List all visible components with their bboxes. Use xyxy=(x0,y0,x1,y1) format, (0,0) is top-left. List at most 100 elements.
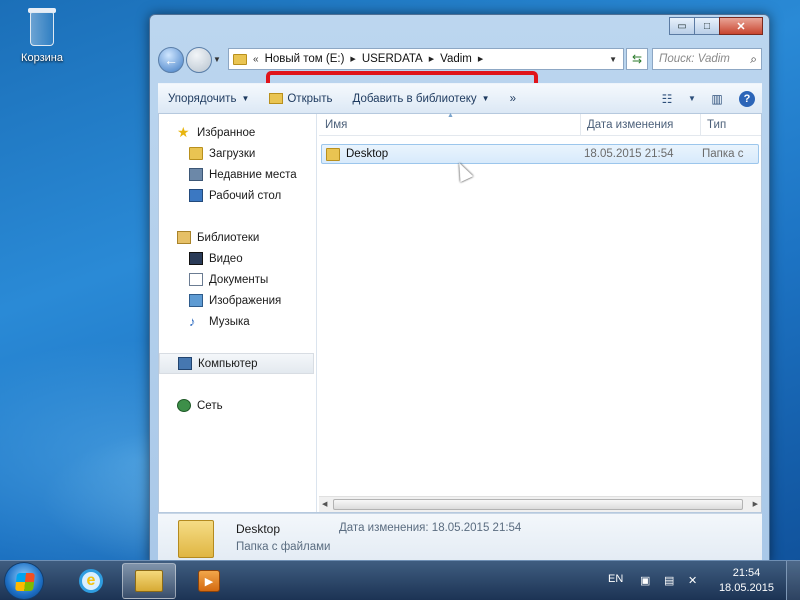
minimize-button[interactable]: ▭ xyxy=(669,17,695,35)
nav-favorites[interactable]: ★ Избранное xyxy=(159,122,316,143)
preview-pane-icon[interactable]: ▥ xyxy=(707,90,727,108)
recent-places-icon xyxy=(189,168,203,181)
forward-button[interactable]: → xyxy=(186,47,212,73)
details-modified: Дата изменения: 18.05.2015 21:54 xyxy=(339,522,522,534)
breadcrumb-vadim[interactable]: Vadim xyxy=(440,53,472,65)
volume-muted-icon[interactable]: ✕ xyxy=(688,574,702,587)
breadcrumb-userdata[interactable]: USERDATA xyxy=(362,53,423,65)
column-header-date[interactable]: Дата изменения xyxy=(581,113,701,136)
more-commands-button[interactable]: » xyxy=(500,93,526,105)
nav-desktop[interactable]: Рабочий стол xyxy=(159,185,316,206)
downloads-folder-icon xyxy=(189,147,203,160)
nav-images[interactable]: Изображения xyxy=(159,290,316,311)
document-icon xyxy=(189,273,203,286)
details-pane: Desktop Папка с файлами Дата изменения: … xyxy=(158,513,762,563)
scroll-left-icon[interactable]: ◀ xyxy=(322,500,327,508)
nav-label: Сеть xyxy=(197,399,223,412)
image-icon xyxy=(189,294,203,307)
navigation-row: ← → ▼ « Новый том (E:) ▶ USERDATA ▶ Vadi… xyxy=(158,45,762,111)
sort-arrow-icon: ▲ xyxy=(447,112,454,119)
breadcrumb-arrow-icon[interactable]: ▶ xyxy=(478,55,483,63)
view-dropdown-icon[interactable]: ▼ xyxy=(687,90,697,108)
nav-network[interactable]: Сеть xyxy=(159,395,316,416)
close-button[interactable]: ✕ xyxy=(719,17,763,35)
network-icon xyxy=(177,399,191,412)
column-headers: ▲ Имя Дата изменения Тип xyxy=(319,112,761,136)
help-icon: ? xyxy=(739,90,755,107)
file-date: 18.05.2015 21:54 xyxy=(584,148,674,160)
command-bar: Упорядочить ▼ Открыть Добавить в библиоте… xyxy=(158,83,762,113)
navigation-pane: ★ Избранное Загрузки Недавние места Рабоч… xyxy=(159,114,317,512)
network-tray-icon[interactable]: ▤ xyxy=(664,574,678,587)
chevron-down-icon: ▼ xyxy=(241,94,250,103)
tray-device-icon[interactable]: ▣ xyxy=(640,574,654,587)
nav-libraries[interactable]: Библиотеки xyxy=(159,227,316,248)
search-icon: ⌕ xyxy=(750,52,757,66)
folder-icon xyxy=(233,53,247,65)
chevron-down-icon: ▼ xyxy=(481,94,490,103)
breadcrumb-arrow-icon[interactable]: ▶ xyxy=(350,55,355,63)
add-to-library-menu[interactable]: Добавить в библиотеку ▼ xyxy=(343,93,500,105)
nav-label: Библиотеки xyxy=(197,231,260,244)
history-dropdown-icon[interactable]: ▼ xyxy=(213,55,223,64)
nav-computer[interactable]: Компьютер xyxy=(159,353,314,374)
nav-downloads[interactable]: Загрузки xyxy=(159,143,316,164)
taskbar-internet-explorer[interactable]: e xyxy=(64,563,118,599)
back-button[interactable]: ← xyxy=(158,47,184,73)
taskbar-media-player[interactable]: ▶ xyxy=(182,563,236,599)
column-header-type[interactable]: Тип xyxy=(701,114,761,136)
breadcrumb-arrow-icon[interactable]: ▶ xyxy=(429,55,434,63)
help-button[interactable]: ? xyxy=(737,90,757,108)
nav-label: Компьютер xyxy=(198,357,258,370)
nav-music[interactable]: ♪ Музыка xyxy=(159,311,316,332)
back-arrow-icon: ← xyxy=(164,52,178,68)
nav-label: Изображения xyxy=(209,294,282,307)
clock[interactable]: 21:54 18.05.2015 xyxy=(719,566,774,596)
address-dropdown-icon[interactable]: ▼ xyxy=(609,55,617,64)
start-button[interactable] xyxy=(4,562,44,600)
explorer-folder-icon xyxy=(135,570,163,592)
refresh-button[interactable]: ⇆ xyxy=(626,48,648,70)
recycle-bin-icon xyxy=(26,6,58,48)
desktop-recycle-bin[interactable]: Корзина xyxy=(12,6,72,64)
taskbar: e ▶ EN ▣ ▤ ✕ 21:54 18.05.2015 xyxy=(0,560,800,600)
nav-label: Документы xyxy=(209,273,269,286)
file-row[interactable]: Desktop 18.05.2015 21:54 Папка с xyxy=(321,144,759,164)
refresh-icon: ⇆ xyxy=(631,52,643,66)
scrollbar-thumb[interactable] xyxy=(333,499,743,510)
horizontal-scrollbar[interactable]: ◀ ▶ xyxy=(319,496,761,512)
breadcrumb-drive[interactable]: Новый том (E:) xyxy=(265,53,345,65)
nav-label: Видео xyxy=(209,252,243,265)
nav-label: Избранное xyxy=(197,126,256,139)
search-input[interactable]: Поиск: Vadim ⌕ xyxy=(652,48,762,70)
large-folder-icon xyxy=(178,520,214,558)
internet-explorer-icon: e xyxy=(79,569,103,593)
details-type: Папка с файлами xyxy=(236,541,331,553)
view-options-icon[interactable]: ☷ xyxy=(657,90,677,108)
open-folder-icon xyxy=(269,93,284,104)
windows-logo-icon xyxy=(15,573,35,591)
nav-label: Рабочий стол xyxy=(209,189,282,202)
scroll-right-icon[interactable]: ▶ xyxy=(753,500,758,508)
search-placeholder: Поиск: Vadim xyxy=(659,53,730,65)
nav-documents[interactable]: Документы xyxy=(159,269,316,290)
computer-icon xyxy=(178,357,192,370)
desktop-icon xyxy=(189,189,203,202)
nav-label: Загрузки xyxy=(209,147,256,160)
organize-menu[interactable]: Упорядочить ▼ xyxy=(158,93,259,105)
file-list: ▲ Имя Дата изменения Тип Desktop 18.05.2… xyxy=(319,112,761,512)
maximize-button[interactable]: □ xyxy=(694,17,720,35)
window-controls: ▭ □ ✕ xyxy=(669,17,763,35)
address-bar[interactable]: « Новый том (E:) ▶ USERDATA ▶ Vadim ▶ ▼ xyxy=(228,48,624,70)
star-icon: ★ xyxy=(177,124,190,140)
show-desktop-button[interactable] xyxy=(786,561,800,600)
forward-arrow-icon: → xyxy=(192,52,206,68)
recycle-bin-label: Корзина xyxy=(21,52,63,64)
open-button[interactable]: Открыть xyxy=(259,93,342,105)
taskbar-explorer[interactable] xyxy=(122,563,176,599)
nav-videos[interactable]: Видео xyxy=(159,248,316,269)
more-commands-label: » xyxy=(509,92,516,105)
nav-recent-places[interactable]: Недавние места xyxy=(159,164,316,185)
breadcrumb-overflow-icon[interactable]: « xyxy=(253,54,259,65)
language-indicator[interactable]: EN xyxy=(608,573,623,585)
